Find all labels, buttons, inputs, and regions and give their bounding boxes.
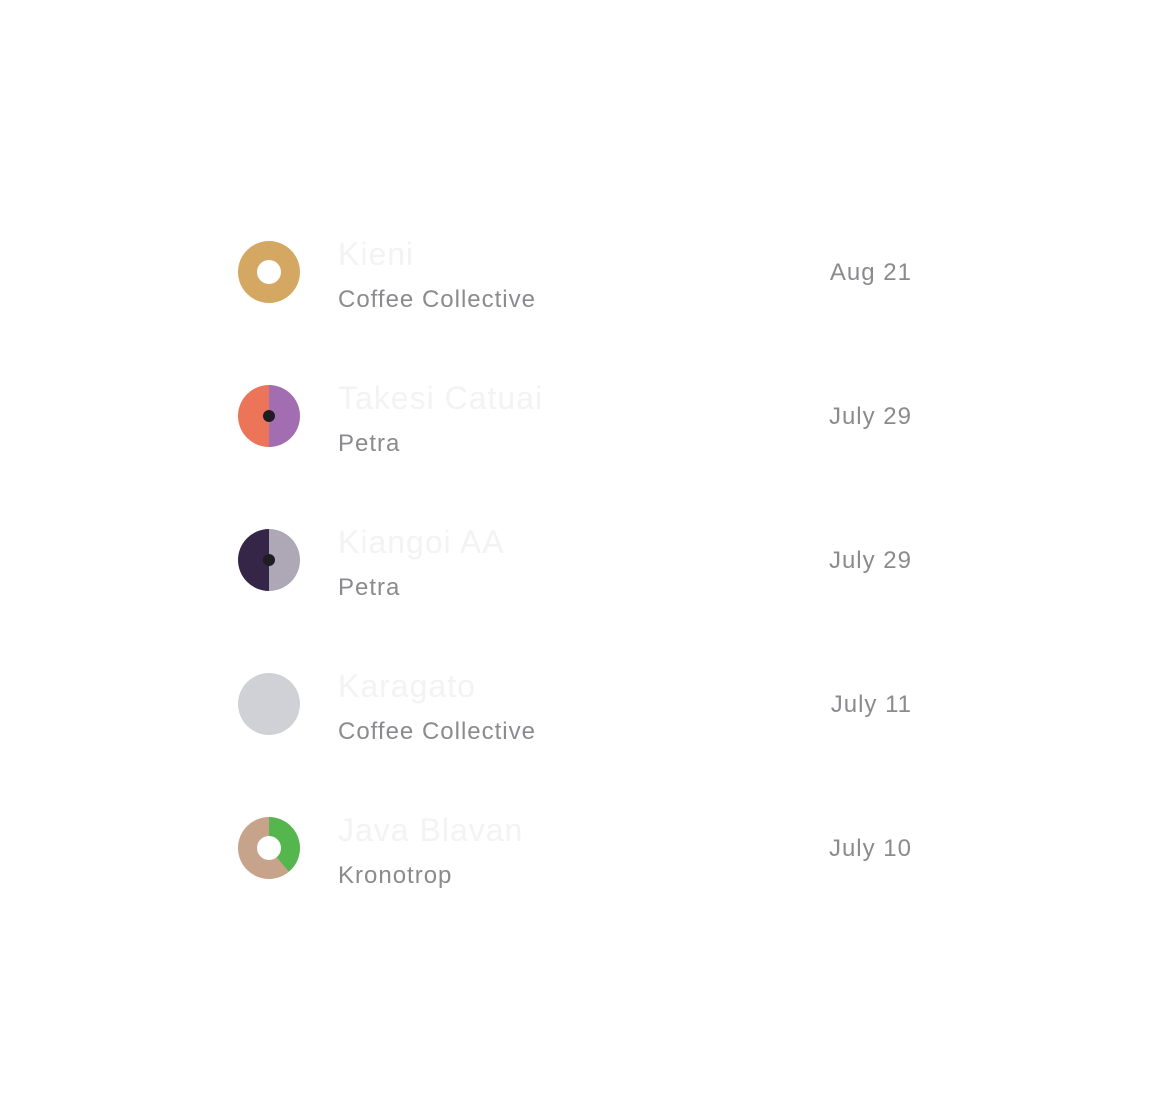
coffee-ring-icon: [238, 241, 300, 303]
list-item[interactable]: Takesi Catuai Petra July 29: [238, 366, 912, 510]
split-dot-icon: [238, 385, 300, 447]
roaster-name: Coffee Collective: [338, 286, 536, 313]
date-label: July 10: [828, 835, 912, 862]
split-dot-icon: [238, 529, 300, 591]
date-label: July 29: [828, 547, 912, 574]
coffee-name: Kiangoi AA: [338, 524, 505, 560]
date-label: July 11: [830, 691, 912, 718]
list-item[interactable]: Karagato Coffee Collective July 11: [238, 654, 912, 798]
list-item[interactable]: Kiangoi AA Petra July 29: [238, 510, 912, 654]
coffee-name: Takesi Catuai: [338, 380, 544, 416]
coffee-name: Java Blavan: [338, 812, 524, 848]
coffee-list: Kieni Coffee Collective Aug 21 Takesi Ca…: [238, 222, 912, 942]
roaster-name: Kronotrop: [338, 862, 453, 889]
date-label: Aug 21: [829, 259, 912, 286]
list-item[interactable]: Kieni Coffee Collective Aug 21: [238, 222, 912, 366]
roaster-name: Petra: [338, 574, 401, 601]
coffee-name: Kieni: [338, 236, 415, 272]
plain-circle-icon: [238, 673, 300, 735]
coffee-name: Karagato: [338, 668, 476, 704]
donut-progress-icon: [238, 817, 300, 879]
roaster-name: Coffee Collective: [338, 718, 536, 745]
roaster-name: Petra: [338, 430, 401, 457]
date-label: July 29: [828, 403, 912, 430]
list-item[interactable]: Java Blavan Kronotrop July 10: [238, 798, 912, 942]
